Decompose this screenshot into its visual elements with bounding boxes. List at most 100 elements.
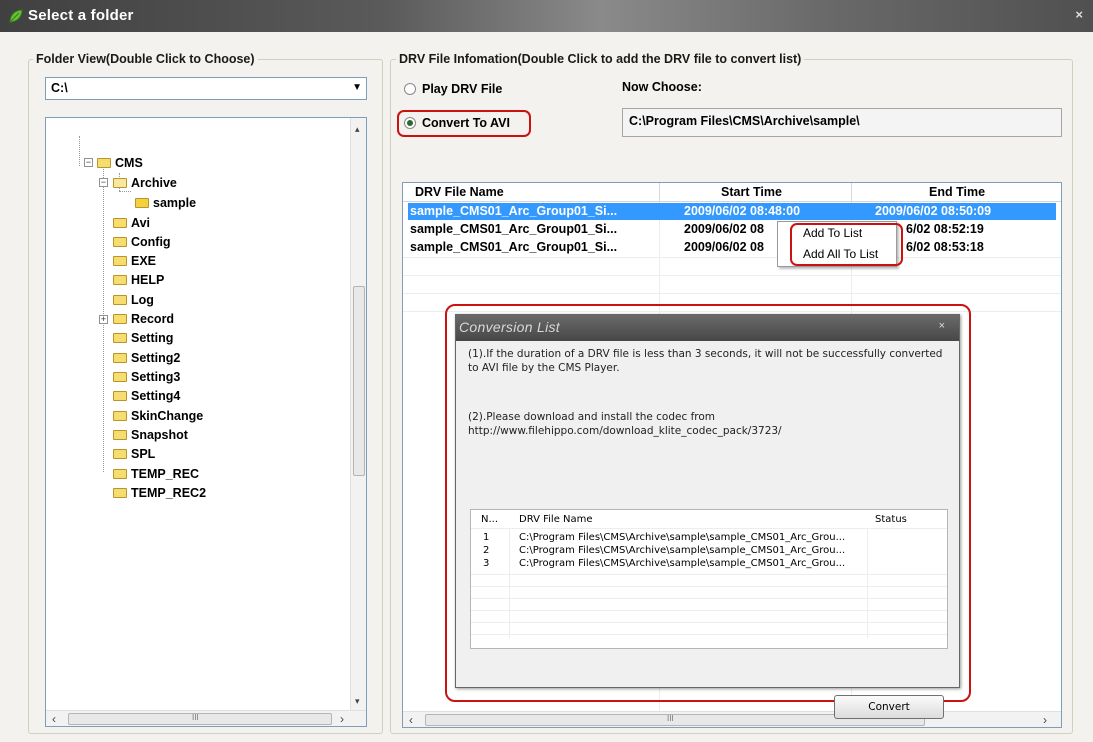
tree-item-setting4[interactable]: Setting4 — [113, 387, 180, 405]
scroll-thumb[interactable] — [68, 713, 332, 725]
table-row[interactable]: sample_CMS01_Arc_Group01_Si... 2009/06/0… — [408, 239, 1056, 256]
column-header-name[interactable]: DRV File Name — [415, 185, 504, 199]
drive-value: C:\ — [51, 81, 68, 95]
tree-item-help[interactable]: HELP — [113, 271, 164, 289]
conversion-list-dialog: Conversion List × (1).If the duration of… — [455, 314, 960, 719]
table-row[interactable]: sample_CMS01_Arc_Group01_Si... 2009/06/0… — [408, 203, 1056, 220]
column-header-file[interactable]: DRV File Name — [519, 514, 593, 525]
scroll-up-icon[interactable]: ▴ — [355, 124, 360, 135]
tree-item-archive[interactable]: Archive — [113, 174, 177, 192]
column-header-end[interactable]: End Time — [929, 185, 985, 199]
collapse-icon[interactable]: − — [99, 178, 108, 187]
grid-line — [471, 610, 947, 611]
drv-info-title: DRV File Infomation(Double Click to add … — [396, 52, 805, 66]
dialog-title-bar[interactable]: Conversion List × — [456, 315, 959, 341]
folder-view-title: Folder View(Double Click to Choose) — [33, 52, 258, 66]
table-row[interactable]: sample_CMS01_Arc_Group01_Si... 2009/06/0… — [408, 221, 1056, 238]
grid-line — [471, 634, 947, 635]
close-icon[interactable]: × — [939, 320, 945, 332]
tree-item-sample[interactable]: sample — [135, 194, 196, 212]
tree-item-avi[interactable]: Avi — [113, 214, 150, 232]
table-row[interactable]: 2 C:\Program Files\CMS\Archive\sample\sa… — [471, 545, 947, 557]
tree-line — [79, 136, 80, 166]
now-choose-path: C:\Program Files\CMS\Archive\sample\ — [622, 108, 1062, 137]
tree-item-setting2[interactable]: Setting2 — [113, 349, 180, 367]
folder-icon — [97, 158, 111, 168]
convert-button[interactable]: Convert — [834, 695, 944, 719]
column-separator[interactable] — [659, 183, 660, 202]
now-choose-label: Now Choose: — [622, 80, 702, 94]
folder-icon — [113, 275, 127, 285]
scroll-down-icon[interactable]: ▾ — [355, 696, 360, 707]
tree-item-temp-rec2[interactable]: TEMP_REC2 — [113, 484, 206, 502]
title-bar[interactable]: Select a folder × — [0, 0, 1093, 32]
scroll-thumb[interactable] — [353, 286, 365, 476]
tree-item-temp-rec[interactable]: TEMP_REC — [113, 465, 199, 483]
chevron-down-icon[interactable]: ▼ — [352, 82, 362, 93]
tree-horizontal-scrollbar[interactable]: ‹ III › — [46, 710, 366, 726]
folder-icon — [113, 256, 127, 266]
grid-line — [403, 293, 1061, 294]
highlight-ring — [397, 110, 531, 137]
scroll-left-icon[interactable]: ‹ — [52, 712, 56, 726]
folder-icon — [113, 295, 127, 305]
tree-item-log[interactable]: Log — [113, 291, 154, 309]
grid-line — [403, 275, 1061, 276]
folder-open-icon — [135, 198, 149, 208]
window-title: Select a folder — [28, 7, 134, 24]
column-header-start[interactable]: Start Time — [721, 185, 782, 199]
expand-icon[interactable]: + — [99, 315, 108, 324]
grid-line — [471, 586, 947, 587]
column-header-status[interactable]: Status — [875, 514, 907, 525]
column-separator[interactable] — [851, 183, 852, 202]
column-header-number[interactable]: N... — [481, 514, 498, 525]
folder-open-icon — [113, 178, 127, 188]
tree-item-cms[interactable]: CMS — [97, 154, 143, 172]
folder-tree[interactable]: − CMS − Archive sample Avi Config EXE HE… — [45, 117, 367, 727]
tree-item-setting3[interactable]: Setting3 — [113, 368, 180, 386]
note-2-line-2: http://www.filehippo.com/download_klite_… — [468, 425, 782, 437]
list-header: DRV File Name Start Time End Time — [403, 183, 1061, 202]
table-row[interactable]: 1 C:\Program Files\CMS\Archive\sample\sa… — [471, 532, 947, 544]
radio-play-drv[interactable]: Play DRV File — [404, 82, 502, 96]
grid-line — [471, 574, 947, 575]
scroll-right-icon[interactable]: › — [1043, 713, 1047, 727]
radio-button[interactable] — [404, 83, 416, 95]
tree-item-config[interactable]: Config — [113, 233, 171, 251]
folder-icon — [113, 411, 127, 421]
tree-vertical-scrollbar[interactable]: ▴ ▾ — [350, 118, 366, 710]
conversion-file-list[interactable]: N... DRV File Name Status 1 C:\Program F… — [470, 509, 948, 649]
window-content: Folder View(Double Click to Choose) C:\ … — [0, 32, 1093, 742]
table-row[interactable]: 3 C:\Program Files\CMS\Archive\sample\sa… — [471, 558, 947, 570]
tree-item-setting[interactable]: Setting — [113, 329, 173, 347]
folder-icon — [113, 314, 127, 324]
close-icon[interactable]: × — [1075, 7, 1083, 22]
scroll-grip: III — [667, 714, 674, 723]
list-horizontal-scrollbar[interactable]: ‹ III › — [403, 711, 1061, 727]
scroll-left-icon[interactable]: ‹ — [409, 713, 413, 727]
select-folder-window: Select a folder × Folder View(Double Cli… — [0, 0, 1093, 742]
folder-icon — [113, 372, 127, 382]
folder-icon — [113, 391, 127, 401]
tree-item-record[interactable]: Record — [113, 310, 174, 328]
grid-line — [471, 528, 947, 529]
folder-icon — [113, 333, 127, 343]
tree-item-snapshot[interactable]: Snapshot — [113, 426, 188, 444]
folder-icon — [113, 449, 127, 459]
note-1-line-2: to AVI file by the CMS Player. — [468, 362, 620, 374]
tree-item-exe[interactable]: EXE — [113, 252, 156, 270]
folder-icon — [113, 237, 127, 247]
grid-line — [471, 622, 947, 623]
tree-item-skinchange[interactable]: SkinChange — [113, 407, 203, 425]
folder-icon — [113, 353, 127, 363]
folder-icon — [113, 218, 127, 228]
folder-icon — [113, 488, 127, 498]
grid-line — [403, 257, 1061, 258]
tree-item-spl[interactable]: SPL — [113, 445, 155, 463]
list-header: N... DRV File Name Status — [471, 510, 947, 528]
drive-combobox[interactable]: C:\ ▼ — [45, 77, 367, 100]
note-2-line-1: (2).Please download and install the code… — [468, 411, 716, 423]
collapse-icon[interactable]: − — [84, 158, 93, 167]
scroll-right-icon[interactable]: › — [340, 712, 344, 726]
scroll-grip: III — [192, 713, 199, 722]
